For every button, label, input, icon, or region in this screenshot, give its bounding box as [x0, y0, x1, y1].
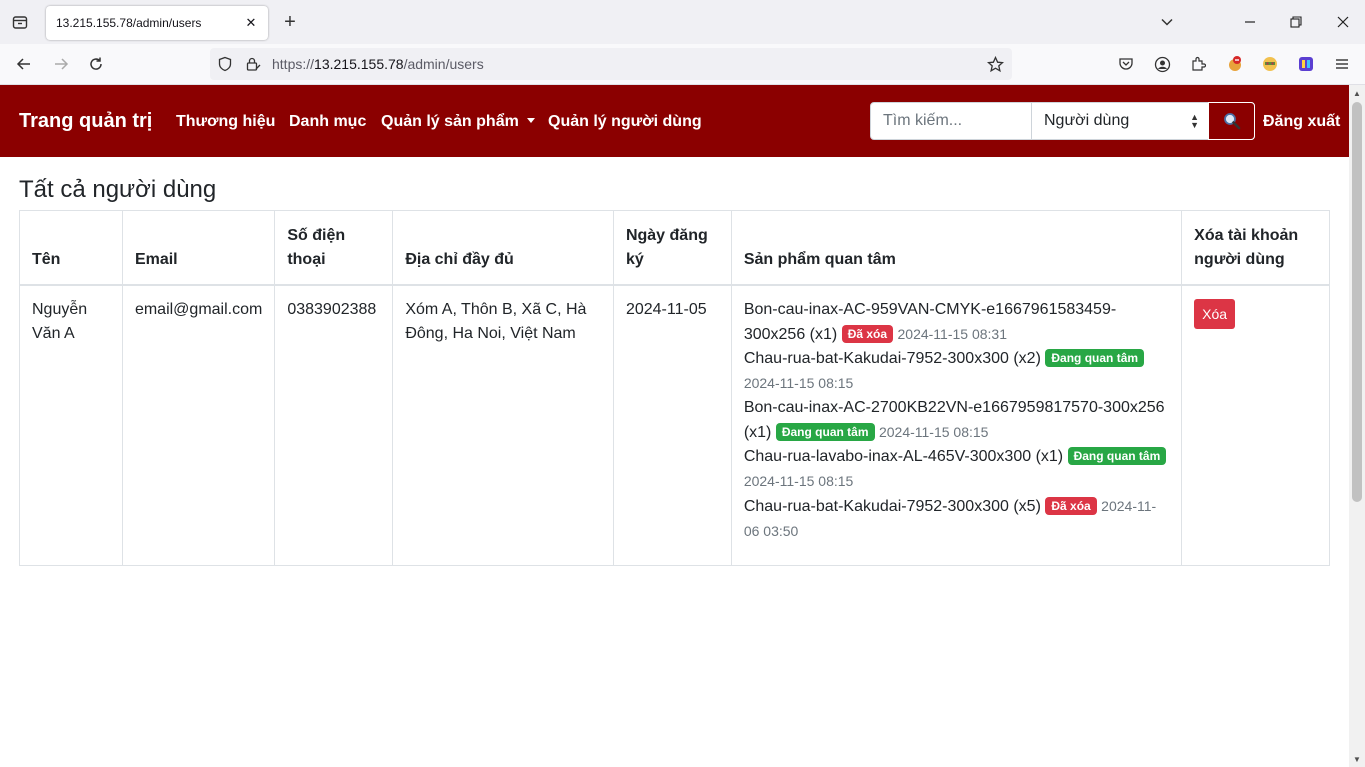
browser-toolbar: https://13.215.155.78/admin/users: [0, 44, 1365, 85]
search-input[interactable]: [871, 103, 1032, 139]
product-qty: (x5): [1013, 497, 1041, 515]
address-bar[interactable]: https://13.215.155.78/admin/users: [210, 48, 1012, 80]
search-form: Người dùng ▲▼: [870, 102, 1255, 140]
nav-brands-link[interactable]: Thương hiệu: [176, 113, 275, 131]
product-name: Chau-rua-bat-Kakudai-7952-300x300: [743, 349, 1009, 367]
product-name: Chau-rua-lavabo-inax-AL-465V-300x300: [743, 447, 1032, 465]
cell-name: Nguyễn Văn A: [19, 284, 123, 566]
product-qty: (x1): [743, 423, 772, 441]
window-close-icon[interactable]: [1333, 12, 1353, 32]
product-qty: (x1): [809, 325, 838, 343]
admin-navbar: Trang quản trị Thương hiệu Danh mục Quản…: [0, 85, 1349, 157]
url-path: /admin/users: [403, 56, 484, 72]
url-text[interactable]: https://13.215.155.78/admin/users: [272, 56, 484, 72]
restore-icon[interactable]: [1286, 12, 1306, 32]
header-registered: Ngày đăng ký: [612, 210, 732, 286]
status-badge: Đang quan tâm: [775, 422, 875, 441]
account-icon[interactable]: [1152, 54, 1172, 74]
product-item: Bon-cau-inax-AC-2700KB22VN-e166795981757…: [744, 396, 1169, 445]
table-header-row: Tên Email Số điện thoại Địa chỉ đầy đủ N…: [19, 210, 1330, 286]
product-name: Bon-cau-inax-AC-2700KB22VN-e166795981757…: [743, 398, 1165, 416]
product-name: Chau-rua-bat-Kakudai-7952-300x300: [743, 497, 1009, 515]
product-qty: (x1): [1035, 447, 1064, 465]
select-arrows-icon: ▲ ▼: [1190, 112, 1199, 130]
lock-warning-icon[interactable]: [244, 55, 262, 73]
search-type-value: Người dùng: [1044, 112, 1130, 129]
cell-products: Bon-cau-inax-AC-959VAN-CMYK-e16679615834…: [730, 284, 1183, 566]
pocket-icon[interactable]: [1116, 54, 1136, 74]
product-time: 2024-11-15 08:15: [878, 423, 989, 440]
delete-user-button[interactable]: Xóa: [1194, 298, 1236, 329]
status-badge: Đang quan tâm: [1045, 348, 1145, 367]
page-viewport: Trang quản trị Thương hiệu Danh mục Quản…: [0, 85, 1349, 767]
product-item: Bon-cau-inax-AC-959VAN-CMYK-e16679615834…: [744, 298, 1169, 347]
brand-link[interactable]: Trang quản trị: [19, 110, 152, 133]
nav-products-label: Quản lý sản phẩm: [381, 113, 519, 130]
reload-icon[interactable]: [85, 53, 107, 75]
forward-icon[interactable]: [50, 53, 72, 75]
shield-icon[interactable]: [216, 55, 234, 73]
header-email: Email: [121, 210, 276, 286]
minimize-icon[interactable]: [1240, 12, 1260, 32]
search-type-select[interactable]: Người dùng ▲ ▼: [1032, 103, 1209, 139]
product-time: 2024-11-15 08:15: [743, 374, 854, 391]
nav-categories-link[interactable]: Danh mục: [289, 113, 366, 131]
close-icon[interactable]: ✕: [242, 14, 260, 32]
menu-icon[interactable]: [1332, 54, 1352, 74]
table-row: Nguyễn Văn A email@gmail.com 0383902388 …: [19, 284, 1330, 566]
nav-users-link[interactable]: Quản lý người dùng: [548, 113, 702, 131]
scroll-up-icon[interactable]: ▲: [1349, 85, 1365, 101]
product-item: Chau-rua-bat-Kakudai-7952-300x300 (x2) Đ…: [744, 347, 1169, 396]
new-tab-icon[interactable]: +: [280, 11, 300, 33]
extension-face-icon[interactable]: [1260, 54, 1280, 74]
status-badge: Đang quan tâm: [1067, 446, 1167, 465]
logout-link[interactable]: Đăng xuất: [1263, 113, 1340, 131]
vertical-scrollbar[interactable]: ▲ ▼: [1349, 85, 1365, 767]
url-scheme: https://: [272, 56, 315, 72]
status-badge: Đã xóa: [1045, 496, 1097, 515]
url-host: 13.215.155.78: [314, 56, 404, 72]
cell-address: Xóm A, Thôn B, Xã C, Hà Đông, Ha Noi, Vi…: [392, 284, 614, 566]
cell-delete: Xóa: [1181, 284, 1330, 566]
scroll-down-icon[interactable]: ▼: [1349, 751, 1365, 767]
cell-phone: 0383902388: [274, 284, 394, 566]
tab-title: 13.215.155.78/admin/users: [56, 16, 202, 30]
product-item: Chau-rua-lavabo-inax-AL-465V-300x300 (x1…: [744, 445, 1169, 494]
cell-registered: 2024-11-05: [612, 284, 732, 566]
tab-list-icon[interactable]: [10, 12, 30, 32]
browser-tab-active[interactable]: 13.215.155.78/admin/users ✕: [46, 6, 268, 40]
product-item: Chau-rua-bat-Kakudai-7952-300x300 (x5) Đ…: [744, 494, 1169, 544]
bookmark-star-icon[interactable]: [986, 55, 1004, 73]
page-title: Tất cả người dùng: [19, 176, 217, 203]
status-badge: Đã xóa: [841, 324, 894, 343]
extension-red-icon[interactable]: [1225, 54, 1245, 74]
browser-tabbar: 13.215.155.78/admin/users ✕ +: [0, 0, 1365, 44]
list-all-tabs-icon[interactable]: [1157, 12, 1177, 32]
extensions-icon[interactable]: [1188, 54, 1208, 74]
cell-email: email@gmail.com: [121, 284, 276, 566]
back-icon[interactable]: [13, 53, 35, 75]
header-delete: Xóa tài khoản người dùng: [1181, 210, 1330, 286]
search-button[interactable]: [1208, 102, 1255, 140]
header-name: Tên: [19, 210, 123, 286]
product-qty: (x2): [1013, 349, 1041, 367]
header-address: Địa chỉ đầy đủ: [392, 210, 614, 286]
header-products: Sản phẩm quan tâm: [730, 210, 1183, 286]
users-table: Tên Email Số điện thoại Địa chỉ đầy đủ N…: [19, 210, 1330, 566]
caret-down-icon: [526, 118, 535, 123]
product-time: 2024-11-15 08:15: [743, 472, 854, 489]
search-icon: [1223, 113, 1240, 130]
extension-purple-icon[interactable]: [1296, 54, 1316, 74]
nav-products-dropdown[interactable]: Quản lý sản phẩm: [381, 113, 535, 131]
header-phone: Số điện thoại: [274, 210, 394, 286]
scroll-thumb[interactable]: [1352, 102, 1362, 502]
product-time: 2024-11-15 08:31: [897, 325, 1008, 342]
